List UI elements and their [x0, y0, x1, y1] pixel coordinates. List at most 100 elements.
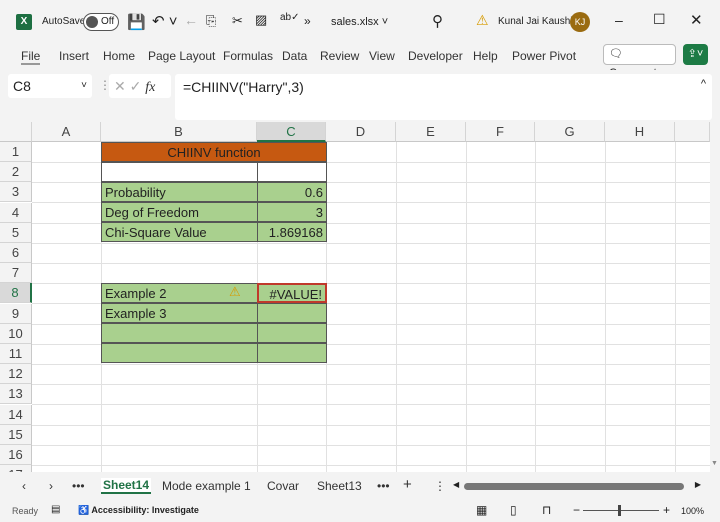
row-header-2[interactable]: 2 — [0, 162, 32, 183]
warning-icon[interactable]: ⚠ — [476, 12, 489, 29]
page-break-view-icon[interactable]: ⊓ — [542, 503, 551, 517]
add-sheet-button[interactable]: + — [403, 476, 412, 493]
accessibility-button[interactable]: ♿ Accessibility: Investigate — [78, 505, 199, 516]
next-sheet-icon[interactable]: › — [49, 479, 53, 493]
column-header-c[interactable]: C — [257, 122, 326, 142]
cell-c5[interactable]: 1.869168 — [257, 222, 327, 242]
row-header-15[interactable]: 15 — [0, 424, 32, 445]
row-header-17[interactable]: 17 — [0, 465, 32, 472]
column-header-d[interactable]: D — [326, 122, 396, 142]
copy-icon[interactable]: ⎘ — [206, 13, 216, 29]
zoom-out-button[interactable]: − — [573, 503, 580, 517]
sheet-tab-covar[interactable]: Covar — [267, 479, 299, 493]
more-icon[interactable]: » — [304, 14, 311, 28]
row-header-6[interactable]: 6 — [0, 243, 32, 263]
minimize-button[interactable]: – — [615, 12, 623, 28]
save-icon[interactable]: 💾 — [127, 13, 146, 31]
autosave-toggle[interactable]: Off — [83, 13, 119, 31]
cell-c9[interactable] — [257, 303, 327, 323]
tab-power-pivot[interactable]: Power Pivot — [512, 49, 576, 63]
tab-insert[interactable]: Insert — [59, 49, 89, 63]
cell-b10[interactable] — [101, 323, 258, 343]
more-sheets-icon[interactable]: ••• — [72, 479, 85, 493]
cell-c2[interactable] — [257, 162, 327, 182]
sheet-tab-sheet13[interactable]: Sheet13 — [317, 479, 362, 493]
cell-b4[interactable]: Deg of Freedom — [101, 202, 258, 222]
cell-c3[interactable]: 0.6 — [257, 182, 327, 202]
sheet-tab-mode-example-1[interactable]: Mode example 1 — [162, 479, 251, 493]
row-header-13[interactable]: 13 — [0, 384, 32, 405]
comments-button[interactable]: 🗨 Comments — [603, 44, 676, 79]
prev-sheet-icon[interactable]: ‹ — [22, 479, 26, 493]
search-icon[interactable]: ⚲ — [432, 12, 443, 30]
tab-review[interactable]: Review — [320, 49, 359, 63]
row-header-16[interactable]: 16 — [0, 445, 32, 465]
tab-formulas[interactable]: Formulas — [223, 49, 273, 63]
horizontal-scrollbar[interactable]: ◀ ▶ — [453, 480, 701, 491]
row-header-3[interactable]: 3 — [0, 182, 32, 203]
select-all-corner[interactable] — [0, 122, 32, 142]
cell-c11[interactable] — [257, 343, 327, 363]
row-header-4[interactable]: 4 — [0, 202, 32, 223]
cut-icon[interactable]: ✂ — [232, 13, 243, 29]
row-header-11[interactable]: 11 — [0, 344, 32, 364]
row-header-9[interactable]: 9 — [0, 303, 32, 324]
normal-view-icon[interactable]: ▦ — [476, 503, 487, 517]
image-icon[interactable]: ▨ — [255, 12, 267, 28]
tab-file[interactable]: File — [21, 49, 41, 65]
zoom-slider[interactable] — [583, 505, 659, 516]
close-button[interactable]: ✕ — [690, 11, 703, 29]
filename[interactable]: sales.xlsx ˅ — [331, 16, 388, 28]
cell-b11[interactable] — [101, 343, 258, 363]
tab-page-layout[interactable]: Page Layout — [148, 49, 215, 63]
undo-icon[interactable]: ↶ ˅ — [152, 12, 178, 30]
cell-b3[interactable]: Probability — [101, 182, 258, 202]
column-header-e[interactable]: E — [396, 122, 466, 142]
cell-b5[interactable]: Chi-Square Value — [101, 222, 258, 242]
cell-b9[interactable]: Example 3 — [101, 303, 258, 323]
options-icon[interactable]: ⋮ — [434, 479, 446, 493]
cell-c4[interactable]: 3 — [257, 202, 327, 222]
tab-help[interactable]: Help — [473, 49, 498, 63]
tab-home[interactable]: Home — [103, 49, 135, 63]
tab-developer[interactable]: Developer — [408, 49, 463, 63]
row-header-8[interactable]: 8 — [0, 283, 32, 304]
column-header-f[interactable]: F — [466, 122, 535, 142]
row-header-7[interactable]: 7 — [0, 263, 32, 284]
table-title[interactable]: CHIINV function — [101, 142, 327, 162]
name-box[interactable]: C8 ˅ — [8, 74, 92, 98]
insert-function-icon[interactable]: fx — [145, 80, 155, 95]
vertical-scrollbar[interactable]: ▼ — [710, 122, 720, 472]
row-header-1[interactable]: 1 — [0, 142, 32, 162]
worksheet-grid[interactable]: A B C D E F G H 123456789101112131415161… — [0, 122, 710, 472]
zoom-in-button[interactable]: + — [663, 503, 670, 517]
page-layout-view-icon[interactable]: ▯ — [510, 503, 517, 517]
collapse-icon[interactable]: ^ — [701, 78, 706, 90]
share-button[interactable]: ⇪˅ — [683, 44, 708, 65]
back-icon[interactable]: ← — [184, 12, 198, 28]
cell-b2[interactable] — [101, 162, 258, 182]
row-header-14[interactable]: 14 — [0, 404, 32, 425]
column-header-h[interactable]: H — [605, 122, 675, 142]
zoom-level[interactable]: 100% — [681, 506, 704, 516]
maximize-button[interactable]: ☐ — [653, 11, 666, 28]
formula-input[interactable]: =CHIINV("Harry",3) ^ — [175, 74, 712, 120]
cancel-icon[interactable]: ✕ — [114, 78, 126, 94]
error-warning-icon[interactable]: ⚠ — [229, 284, 241, 300]
column-header-a[interactable]: A — [32, 122, 101, 142]
enter-icon[interactable]: ✓ — [130, 78, 142, 94]
more-tabs-icon[interactable]: ••• — [377, 479, 390, 493]
tab-data[interactable]: Data — [282, 49, 307, 63]
row-header-12[interactable]: 12 — [0, 364, 32, 385]
spelling-icon[interactable]: ab✓ — [280, 12, 300, 23]
macro-icon[interactable]: ▤ — [51, 504, 60, 515]
cell-c10[interactable] — [257, 323, 327, 343]
tab-view[interactable]: View — [369, 49, 395, 63]
cell-c8-selected[interactable]: #VALUE! — [257, 283, 327, 303]
column-header-g[interactable]: G — [535, 122, 605, 142]
column-header-b[interactable]: B — [101, 122, 257, 142]
sheet-tab-sheet14[interactable]: Sheet14 — [101, 478, 152, 494]
row-header-5[interactable]: 5 — [0, 222, 32, 243]
row-header-10[interactable]: 10 — [0, 323, 32, 344]
avatar[interactable]: KJ — [570, 12, 590, 32]
